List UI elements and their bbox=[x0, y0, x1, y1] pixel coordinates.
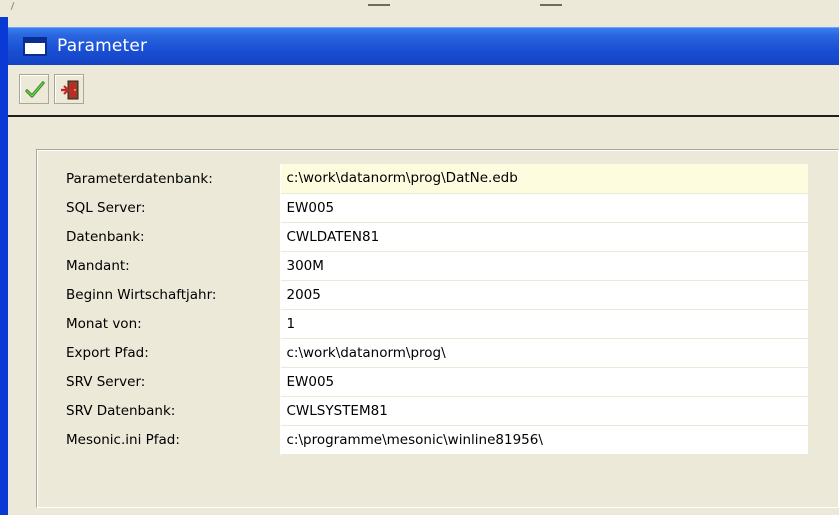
parameter-value-field[interactable]: c:\programme\mesonic\winline81956\ bbox=[280, 425, 808, 455]
background-window-strip bbox=[0, 0, 839, 17]
parameter-row[interactable]: Mandant: 300M bbox=[60, 251, 808, 281]
parameter-value-field[interactable]: c:\work\datanorm\prog\DatNe.edb bbox=[280, 164, 808, 194]
parameter-value-field[interactable]: EW005 bbox=[280, 367, 808, 397]
parameter-label: Monat von: bbox=[60, 309, 281, 338]
parameter-row[interactable]: Beginn Wirtschaftjahr: 2005 bbox=[60, 280, 808, 310]
parameter-row[interactable]: Parameterdatenbank: c:\work\datanorm\prog… bbox=[60, 164, 808, 194]
parameter-row[interactable]: Mesonic.ini Pfad: c:\programme\mesonic\wi… bbox=[60, 425, 808, 455]
parameter-label: SRV Datenbank: bbox=[60, 396, 281, 425]
parameter-value-field[interactable]: CWLSYSTEM81 bbox=[280, 396, 808, 426]
window-title-bar[interactable]: Parameter bbox=[8, 27, 839, 65]
background-window-mark bbox=[540, 4, 562, 6]
parameter-value-field[interactable]: c:\work\datanorm\prog\ bbox=[280, 338, 808, 368]
parameter-row[interactable]: Datenbank: CWLDATEN81 bbox=[60, 222, 808, 252]
window-icon bbox=[23, 37, 47, 56]
parameter-value-field[interactable]: CWLDATEN81 bbox=[280, 222, 808, 252]
parameter-row[interactable]: Monat von: 1 bbox=[60, 309, 808, 339]
background-window-mark bbox=[368, 4, 390, 6]
parameter-label: Mesonic.ini Pfad: bbox=[60, 425, 281, 454]
exit-button[interactable] bbox=[54, 74, 84, 104]
check-icon bbox=[25, 81, 45, 98]
parameter-value-field[interactable]: 2005 bbox=[280, 280, 808, 310]
parameter-label: SRV Server: bbox=[60, 367, 281, 396]
parameter-row[interactable]: SRV Datenbank: CWLSYSTEM81 bbox=[60, 396, 808, 426]
parameter-row[interactable]: Export Pfad: c:\work\datanorm\prog\ bbox=[60, 338, 808, 368]
parameter-value-field[interactable]: EW005 bbox=[280, 193, 808, 223]
parameter-label: Export Pfad: bbox=[60, 338, 281, 367]
parameter-value-field[interactable]: 1 bbox=[280, 309, 808, 339]
background-window-edge bbox=[0, 17, 8, 515]
parameter-row[interactable]: SQL Server: EW005 bbox=[60, 193, 808, 223]
parameter-value-field[interactable]: 300M bbox=[280, 251, 808, 281]
parameter-label: Datenbank: bbox=[60, 222, 281, 251]
parameter-label: Parameterdatenbank: bbox=[60, 164, 281, 193]
window-title: Parameter bbox=[57, 36, 148, 56]
parameter-label: SQL Server: bbox=[60, 193, 281, 222]
parameter-table: Parameterdatenbank: c:\work\datanorm\prog… bbox=[60, 164, 808, 455]
parameter-label: Mandant: bbox=[60, 251, 281, 280]
confirm-button[interactable] bbox=[19, 74, 49, 104]
background-window-mark bbox=[10, 2, 15, 10]
toolbar bbox=[8, 65, 839, 117]
parameter-row[interactable]: SRV Server: EW005 bbox=[60, 367, 808, 397]
parameter-label: Beginn Wirtschaftjahr: bbox=[60, 280, 281, 309]
exit-door-icon bbox=[61, 80, 79, 100]
